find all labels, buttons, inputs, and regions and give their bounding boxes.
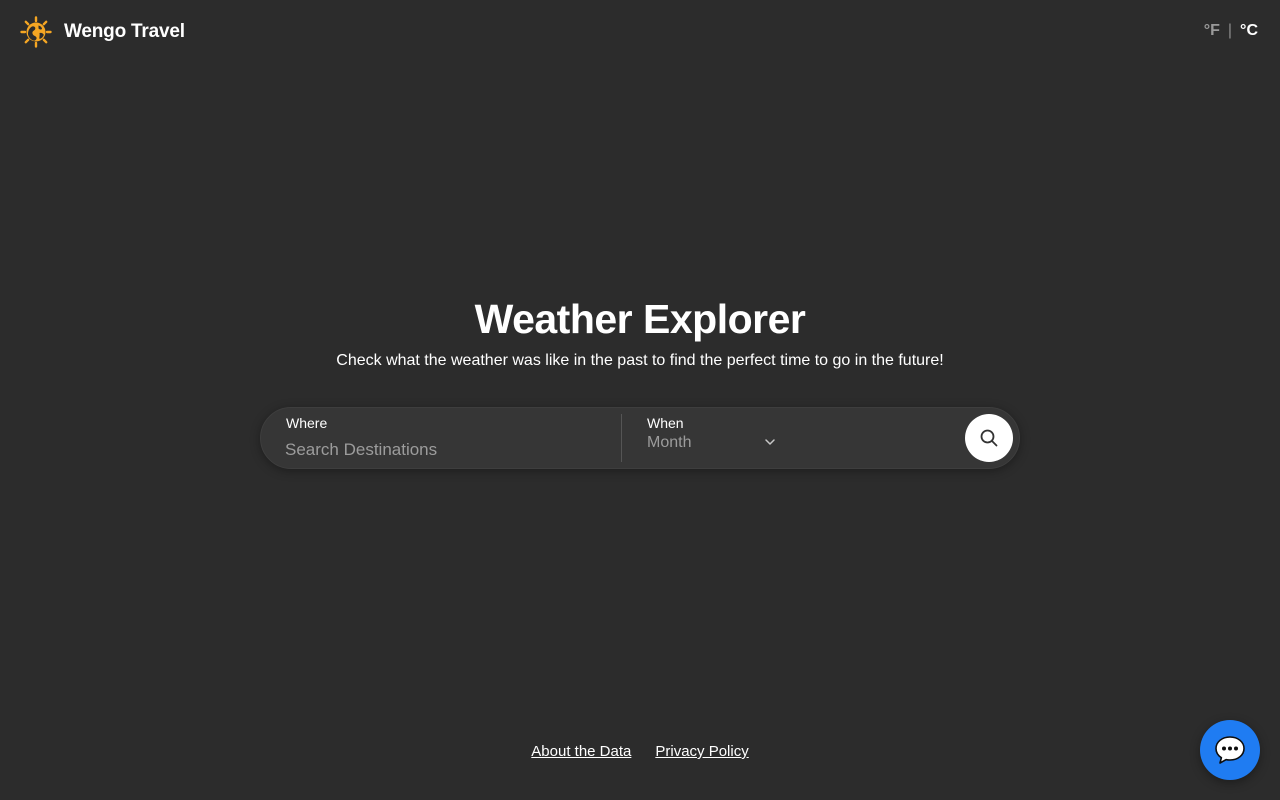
chat-button[interactable] xyxy=(1200,720,1260,780)
about-the-data-link[interactable]: About the Data xyxy=(531,743,631,760)
site-footer: About the Data Privacy Policy xyxy=(0,743,1280,760)
where-section: Where xyxy=(285,414,615,464)
temperature-unit-toggle: °F | °C xyxy=(1204,22,1258,40)
fahrenheit-toggle[interactable]: °F xyxy=(1204,22,1220,40)
brand-name: Wengo Travel xyxy=(64,21,185,42)
destination-search-input[interactable] xyxy=(285,438,605,462)
search-button[interactable] xyxy=(965,414,1013,462)
celsius-toggle[interactable]: °C xyxy=(1240,22,1258,40)
where-label: Where xyxy=(286,415,328,431)
month-select[interactable]: When Month xyxy=(647,414,797,464)
month-select-value: Month xyxy=(647,434,692,451)
privacy-policy-link[interactable]: Privacy Policy xyxy=(655,743,748,760)
when-label: When xyxy=(647,415,684,431)
search-divider xyxy=(621,414,622,462)
home-logo-link[interactable]: Wengo Travel xyxy=(20,16,185,48)
page: Wengo Travel °F | °C Weather Explorer Ch… xyxy=(0,0,1280,800)
site-header: Wengo Travel °F | °C xyxy=(0,0,1280,64)
search-bar: Where When Month xyxy=(260,407,1020,469)
page-title: Weather Explorer xyxy=(474,296,806,342)
page-subtitle: Check what the weather was like in the p… xyxy=(336,352,944,369)
chevron-down-icon xyxy=(763,435,777,449)
sun-globe-logo-icon xyxy=(20,16,52,48)
search-icon xyxy=(979,428,999,448)
chat-bubble-icon xyxy=(1214,735,1246,765)
unit-separator: | xyxy=(1227,22,1233,39)
